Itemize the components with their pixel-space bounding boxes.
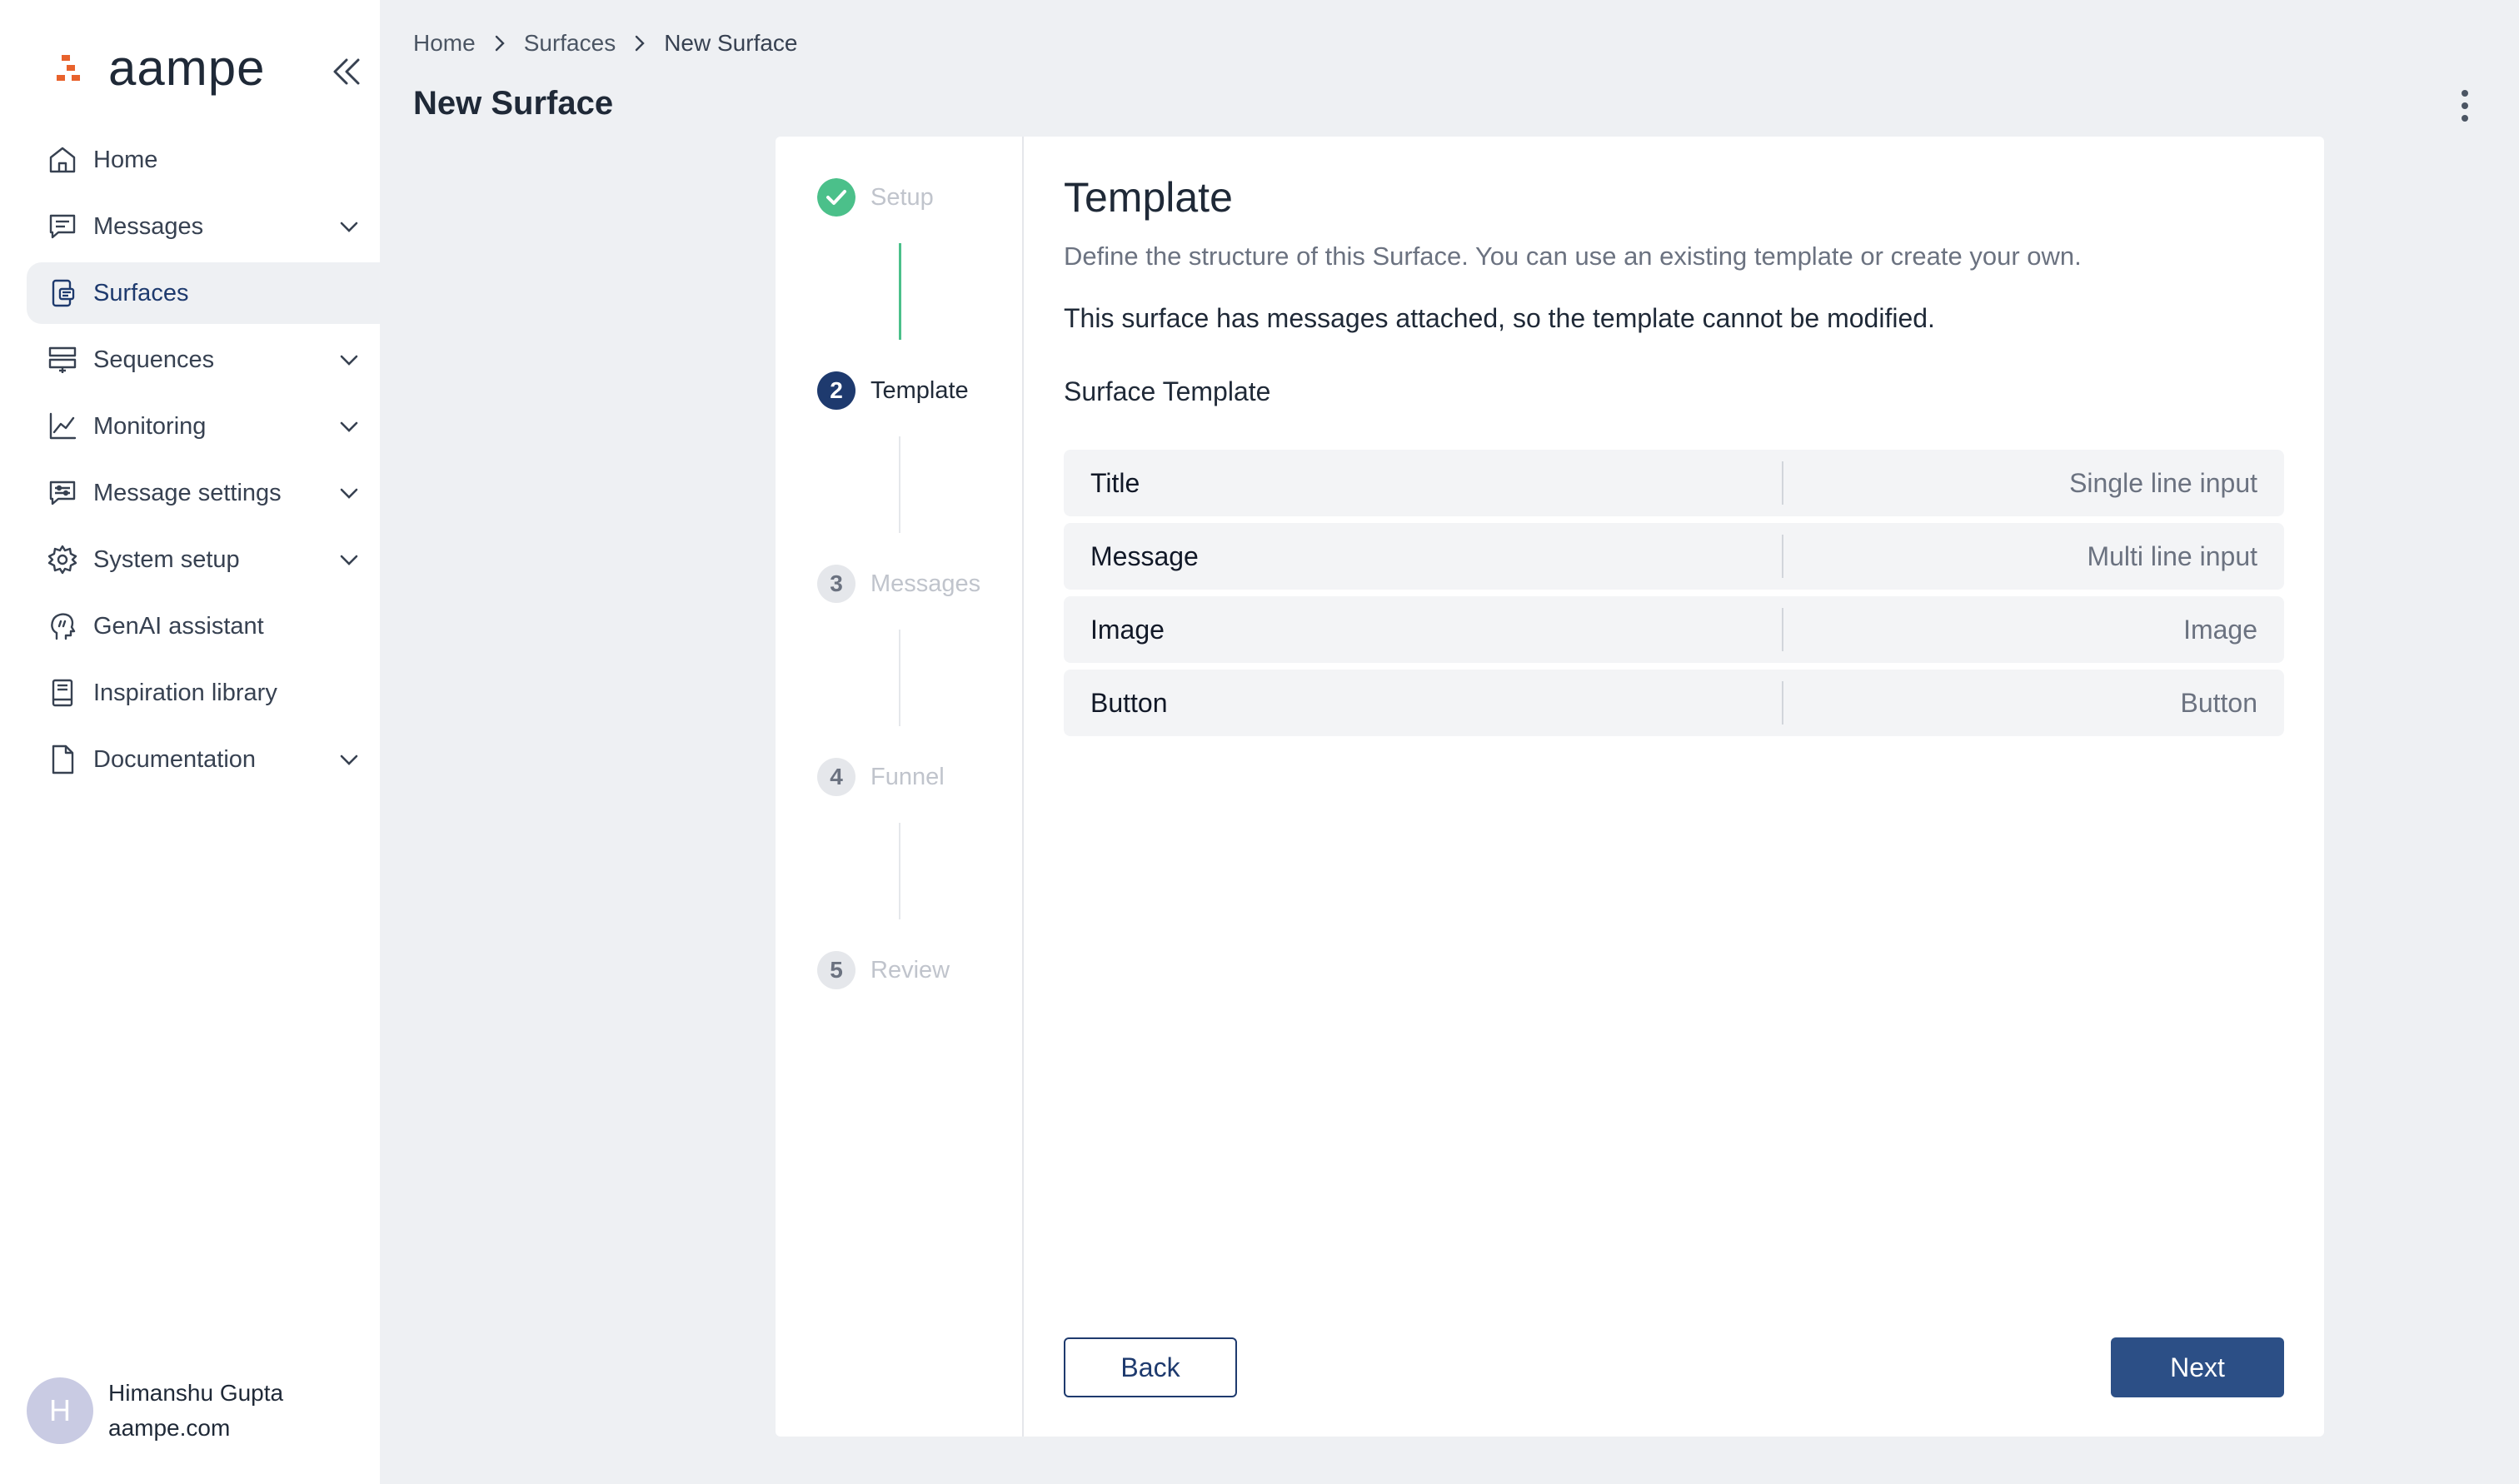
next-button[interactable]: Next xyxy=(2111,1337,2284,1397)
step-connector xyxy=(899,630,900,726)
field-type: Image xyxy=(2183,614,2257,645)
sidebar-item-label: Inspiration library xyxy=(93,679,277,706)
section-description: Define the structure of this Surface. Yo… xyxy=(1064,242,2082,271)
sidebar-item-label: Surfaces xyxy=(93,279,189,306)
wizard-card: Setup 2 Template 3 Messages 4 Funnel 5 R… xyxy=(776,137,2324,1437)
field-type: Button xyxy=(2180,687,2257,718)
step-funnel[interactable]: 4 Funnel xyxy=(817,758,945,796)
sidebar-item-label: Monitoring xyxy=(93,412,207,440)
chevron-down-icon[interactable] xyxy=(337,547,362,572)
sequences-icon xyxy=(48,346,77,373)
field-name: Title xyxy=(1090,467,1140,498)
sidebar-item-label: Home xyxy=(93,146,158,173)
sidebar-item-label: GenAI assistant xyxy=(93,612,264,640)
brand-name: aampe xyxy=(108,40,266,96)
sidebar-item-documentation[interactable]: Documentation xyxy=(27,729,380,790)
more-options-icon[interactable] xyxy=(2449,87,2481,125)
step-number: 4 xyxy=(817,758,855,796)
sidebar-item-genai-assistant[interactable]: GenAI assistant xyxy=(27,595,380,657)
chevron-right-icon xyxy=(495,35,505,52)
user-profile[interactable]: H Himanshu Gupta aampe.com xyxy=(27,1376,283,1446)
step-template[interactable]: 2 Template xyxy=(817,371,969,410)
breadcrumb-current: New Surface xyxy=(664,30,798,56)
avatar: H xyxy=(27,1377,93,1444)
stepper: Setup 2 Template 3 Messages 4 Funnel 5 R… xyxy=(776,137,1024,1437)
field-name: Message xyxy=(1090,540,1199,571)
sidebar-item-label: Message settings xyxy=(93,479,282,506)
chart-line-icon xyxy=(49,412,77,440)
surfaces-icon xyxy=(52,279,75,307)
aampe-logo-icon xyxy=(57,55,80,81)
field-type: Multi line input xyxy=(2087,540,2257,571)
sidebar-item-surfaces[interactable]: Surfaces xyxy=(27,262,380,324)
gear-icon xyxy=(47,545,77,575)
page-title: New Surface xyxy=(413,85,614,122)
sidebar-item-label: System setup xyxy=(93,545,240,573)
sidebar-item-home[interactable]: Home xyxy=(27,129,380,191)
field-name: Button xyxy=(1090,687,1168,718)
user-org: aampe.com xyxy=(108,1415,231,1441)
sidebar-nav: Home Messages Surfaces Sequences Monitor… xyxy=(27,129,380,795)
breadcrumb: Home Surfaces New Surface xyxy=(413,30,798,57)
book-icon xyxy=(52,679,73,707)
step-connector xyxy=(899,823,900,919)
ai-head-icon xyxy=(51,613,76,640)
user-name: Himanshu Gupta xyxy=(108,1380,284,1406)
step-label: Setup xyxy=(870,183,934,211)
section-title: Template xyxy=(1064,174,1233,221)
sidebar-item-monitoring[interactable]: Monitoring xyxy=(27,396,380,457)
chevron-down-icon[interactable] xyxy=(337,414,362,439)
sidebar-item-inspiration-library[interactable]: Inspiration library xyxy=(27,662,380,724)
divider xyxy=(1782,535,1783,578)
sidebar-item-messages[interactable]: Messages xyxy=(27,196,380,257)
step-number: 2 xyxy=(817,371,855,410)
divider xyxy=(1782,461,1783,505)
back-button[interactable]: Back xyxy=(1064,1337,1237,1397)
breadcrumb-surfaces[interactable]: Surfaces xyxy=(524,30,616,57)
template-field-row: Message Multi line input xyxy=(1064,523,2284,590)
sidebar-item-label: Messages xyxy=(93,212,204,240)
step-messages[interactable]: 3 Messages xyxy=(817,565,980,603)
step-connector xyxy=(899,243,901,340)
sidebar-item-label: Documentation xyxy=(93,745,257,773)
chevron-right-icon xyxy=(636,35,645,52)
divider xyxy=(1782,681,1783,725)
step-connector xyxy=(899,436,900,533)
home-icon xyxy=(49,147,76,173)
message-settings-icon xyxy=(49,481,76,505)
step-label: Template xyxy=(870,376,969,404)
step-number: 3 xyxy=(817,565,855,603)
step-number: 5 xyxy=(817,951,855,989)
sidebar: aampe Home Messages Surfaces Sequences M… xyxy=(0,0,380,1484)
brand-logo[interactable]: aampe xyxy=(53,43,265,93)
template-field-row: Image Image xyxy=(1064,596,2284,663)
step-label: Review xyxy=(870,956,950,984)
sidebar-item-message-settings[interactable]: Message settings xyxy=(27,462,380,524)
field-type: Single line input xyxy=(2069,467,2257,498)
template-field-row: Title Single line input xyxy=(1064,450,2284,516)
sidebar-item-system-setup[interactable]: System setup xyxy=(27,529,380,590)
collapse-sidebar-icon[interactable] xyxy=(328,53,365,90)
step-setup[interactable]: Setup xyxy=(817,178,934,217)
field-name: Image xyxy=(1090,614,1165,645)
chevron-down-icon[interactable] xyxy=(337,747,362,772)
template-field-row: Button Button xyxy=(1064,670,2284,736)
step-label: Funnel xyxy=(870,763,945,790)
sidebar-item-label: Sequences xyxy=(93,346,215,373)
document-icon xyxy=(52,744,74,774)
check-circle-icon xyxy=(817,178,855,217)
template-subheading: Surface Template xyxy=(1064,376,1271,406)
step-label: Messages xyxy=(870,570,981,597)
locked-notice: This surface has messages attached, so t… xyxy=(1064,303,1935,333)
breadcrumb-home[interactable]: Home xyxy=(413,30,476,57)
message-icon xyxy=(49,214,76,239)
sidebar-item-sequences[interactable]: Sequences xyxy=(27,329,380,391)
chevron-down-icon[interactable] xyxy=(337,481,362,505)
template-fields-list: Title Single line input Message Multi li… xyxy=(1064,450,2284,743)
step-review[interactable]: 5 Review xyxy=(817,951,950,989)
chevron-down-icon[interactable] xyxy=(337,347,362,372)
chevron-down-icon[interactable] xyxy=(337,214,362,239)
divider xyxy=(1782,608,1783,651)
